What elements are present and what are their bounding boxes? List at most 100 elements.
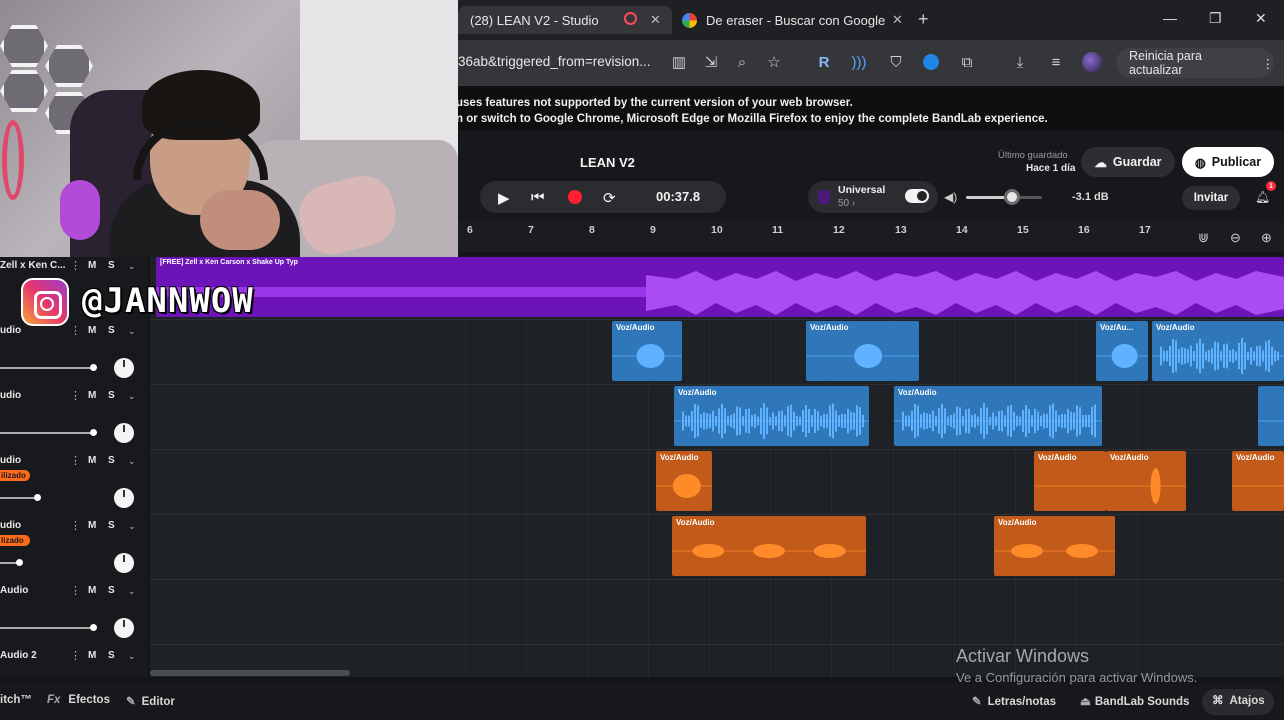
track-name[interactable]: Zell x Ken C... xyxy=(0,260,66,271)
audio-region[interactable]: Voz/Audio xyxy=(1232,451,1284,511)
solo-button[interactable]: S xyxy=(108,650,115,661)
solo-button[interactable]: S xyxy=(108,325,115,336)
audio-region[interactable] xyxy=(1258,386,1284,446)
track-pan-knob[interactable] xyxy=(114,423,134,443)
restore-icon[interactable]: ❐ xyxy=(1209,10,1222,27)
audio-extension-icon[interactable]: ))) xyxy=(849,52,869,72)
track-volume-knob[interactable] xyxy=(16,559,23,566)
track-menu-icon[interactable]: ⋮ xyxy=(70,454,81,467)
extensions-puzzle-icon[interactable]: ⧉ xyxy=(957,52,977,72)
audio-region[interactable]: Voz/Audio xyxy=(674,386,869,446)
reader-mode-icon[interactable]: ▥ xyxy=(669,52,689,72)
magnet-snap-icon[interactable]: ⋓ xyxy=(1198,230,1209,246)
skip-back-icon[interactable]: ⏮ xyxy=(531,189,545,206)
shortcuts-button[interactable]: ⌘ Atajos xyxy=(1202,689,1274,715)
audio-region[interactable]: Voz/Audio xyxy=(1152,321,1284,381)
track-volume-slider[interactable] xyxy=(0,627,96,629)
profile-avatar[interactable] xyxy=(1082,52,1102,72)
audio-region[interactable]: Voz/Audio xyxy=(1034,451,1106,511)
close-tab-icon[interactable]: ✕ xyxy=(650,12,661,28)
track-menu-icon[interactable]: ⋮ xyxy=(70,519,81,532)
loop-icon[interactable]: ⟳ xyxy=(603,189,616,207)
media-control-icon[interactable]: ≡ xyxy=(1046,52,1066,72)
track-name[interactable]: udio xyxy=(0,325,21,336)
audio-region[interactable]: Voz/Audio xyxy=(894,386,1102,446)
solo-button[interactable]: S xyxy=(108,390,115,401)
close-tab-icon[interactable]: ✕ xyxy=(892,12,903,28)
audio-region[interactable]: Voz/Audio xyxy=(672,516,866,576)
tuner-toggle[interactable] xyxy=(905,189,929,203)
track-volume-knob[interactable] xyxy=(34,494,41,501)
pitch-tool-button[interactable]: itch™ xyxy=(0,694,32,706)
track-pan-knob[interactable] xyxy=(114,358,134,378)
track-menu-icon[interactable]: ⋮ xyxy=(70,649,81,662)
zoom-in-icon[interactable]: ⊕ xyxy=(1261,230,1272,246)
volume-icon[interactable]: ◀) xyxy=(944,190,957,204)
zoom-icon[interactable]: ⌕ xyxy=(732,52,752,72)
mute-button[interactable]: M xyxy=(88,325,96,336)
audio-region[interactable]: Voz/Audio xyxy=(994,516,1115,576)
solo-button[interactable]: S xyxy=(108,520,115,531)
chevron-down-icon[interactable]: ⌄ xyxy=(128,391,136,402)
audio-region[interactable]: Voz/Audio xyxy=(656,451,712,511)
chevron-down-icon[interactable]: ⌄ xyxy=(128,456,136,467)
new-tab-icon[interactable]: + xyxy=(918,9,929,30)
track-name[interactable]: udio xyxy=(0,455,21,466)
track-pan-knob[interactable] xyxy=(114,618,134,638)
solo-button[interactable]: S xyxy=(108,260,115,271)
mute-button[interactable]: M xyxy=(88,390,96,401)
audio-region[interactable]: Voz/Audio xyxy=(1106,451,1186,511)
save-button[interactable]: ☁ Guardar xyxy=(1081,147,1175,177)
master-volume-knob[interactable] xyxy=(1003,189,1020,205)
track-name[interactable]: Audio xyxy=(0,585,28,596)
shazam-extension-icon[interactable] xyxy=(921,52,941,72)
tab-lean-v2-studio[interactable]: (28) LEAN V2 - Studio ✕ xyxy=(458,6,672,34)
restart-to-update-button[interactable]: Reinicia para actualizar ⋮ xyxy=(1116,48,1274,78)
track-menu-icon[interactable]: ⋮ xyxy=(70,259,81,272)
track-name[interactable]: udio xyxy=(0,520,21,531)
mute-button[interactable]: M xyxy=(88,455,96,466)
track-name[interactable]: udio xyxy=(0,390,21,401)
horizontal-scrollbar[interactable] xyxy=(150,670,350,676)
track-volume-knob[interactable] xyxy=(90,429,97,436)
track-menu-icon[interactable]: ⋮ xyxy=(70,389,81,402)
track-volume-knob[interactable] xyxy=(90,624,97,631)
publish-button[interactable]: ◍ Publicar xyxy=(1182,147,1274,177)
url-field[interactable]: 36ab&triggered_from=revision... xyxy=(458,54,650,69)
chevron-down-icon[interactable]: ⌄ xyxy=(128,586,136,597)
mute-button[interactable]: M xyxy=(88,650,96,661)
bandlab-sounds-button[interactable]: ⏏ BandLab Sounds xyxy=(1080,694,1189,708)
chevron-down-icon[interactable]: ⌄ xyxy=(128,326,136,337)
mute-button[interactable]: M xyxy=(88,585,96,596)
editor-button[interactable]: ✎ Editor xyxy=(126,694,175,708)
play-icon[interactable]: ▶ xyxy=(498,189,510,207)
chevron-down-icon[interactable]: ⌄ xyxy=(128,651,136,662)
track-volume-slider[interactable] xyxy=(0,367,96,369)
minimize-icon[interactable]: — xyxy=(1163,10,1177,26)
chevron-down-icon[interactable]: ⌄ xyxy=(128,521,136,532)
mute-button[interactable]: M xyxy=(88,520,96,531)
mute-button[interactable]: M xyxy=(88,260,96,271)
audio-region[interactable]: Voz/Au... xyxy=(1096,321,1148,381)
beat-region[interactable]: [FREE] Zell x Ken Carson x Shake Up Typ xyxy=(156,257,1284,317)
project-title[interactable]: LEAN V2 xyxy=(580,155,635,170)
translate-extension-icon[interactable]: R xyxy=(814,52,834,72)
install-app-icon[interactable]: ⇲ xyxy=(701,52,721,72)
track-pan-knob[interactable] xyxy=(114,553,134,573)
audio-region[interactable]: Voz/Audio xyxy=(806,321,919,381)
audio-region[interactable]: Voz/Audio xyxy=(612,321,682,381)
chevron-down-icon[interactable]: ⌄ xyxy=(128,261,136,272)
invite-button[interactable]: Invitar xyxy=(1182,186,1240,210)
solo-button[interactable]: S xyxy=(108,585,115,596)
close-icon[interactable]: ✕ xyxy=(1255,10,1267,27)
notification-bell-icon[interactable]: 🔔︎ xyxy=(1255,190,1270,204)
bookmark-star-icon[interactable]: ☆ xyxy=(764,52,784,72)
zoom-out-icon[interactable]: ⊖ xyxy=(1230,230,1241,246)
track-pan-knob[interactable] xyxy=(114,488,134,508)
solo-button[interactable]: S xyxy=(108,455,115,466)
track-name[interactable]: Audio 2 xyxy=(0,650,37,661)
lyrics-notes-button[interactable]: ✎ Letras/notas xyxy=(972,694,1056,708)
shield-icon[interactable]: ⛉ xyxy=(886,52,906,72)
download-icon[interactable]: ⤓ xyxy=(1010,52,1030,72)
effects-button[interactable]: Fx Efectos xyxy=(47,694,110,706)
